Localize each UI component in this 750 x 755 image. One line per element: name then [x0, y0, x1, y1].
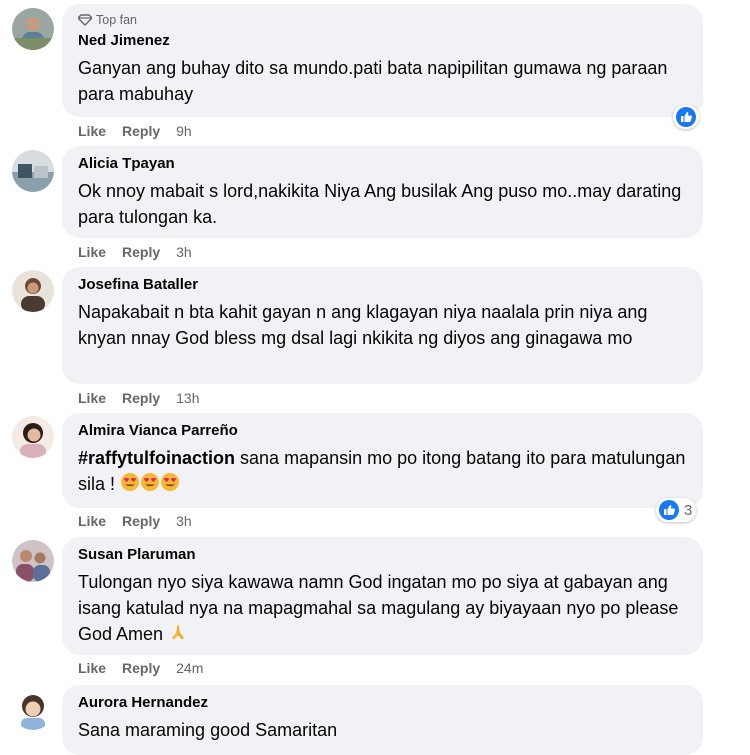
comment-bubble: Alicia Tpayan Ok nnoy mabait s lord,naki…	[62, 146, 703, 238]
avatar[interactable]	[12, 270, 54, 312]
reply-button[interactable]: Reply	[122, 389, 160, 407]
comment-text-container: #raffytulfoinaction sana mapansin mo po …	[78, 445, 687, 499]
like-button[interactable]: Like	[78, 659, 106, 677]
avatar[interactable]	[12, 150, 54, 192]
comment-bubble: Aurora Hernandez Sana maraming good Sama…	[62, 685, 703, 755]
comment-text: Ganyan ang buhay dito sa mundo.pati bata…	[78, 58, 668, 104]
reaction-count: 3	[684, 501, 693, 519]
reply-button[interactable]: Reply	[122, 122, 160, 140]
reply-button[interactable]: Reply	[122, 243, 160, 261]
timestamp[interactable]: 9h	[176, 122, 192, 140]
heart-eyes-emoji	[160, 472, 180, 499]
comment-actions: Like Reply 9h	[78, 122, 192, 140]
comment-bubble: Top fan Ned Jimenez Ganyan ang buhay dit…	[62, 4, 703, 117]
badge-label: Top fan	[96, 13, 138, 27]
comment-bubble: Josefina Bataller Napakabait n bta kahit…	[62, 267, 703, 384]
comment-bubble: Susan Plaruman Tulongan nyo siya kawawa …	[62, 537, 703, 655]
reply-button[interactable]: Reply	[122, 512, 160, 530]
comment-actions: Like Reply 3h	[78, 243, 192, 261]
avatar[interactable]	[12, 416, 54, 458]
commenter-name[interactable]: Almira Vianca Parreño	[78, 421, 687, 441]
hashtag-link[interactable]: #raffytulfoinaction	[78, 448, 235, 468]
timestamp[interactable]: 3h	[176, 243, 192, 261]
like-button[interactable]: Like	[78, 389, 106, 407]
like-button[interactable]: Like	[78, 243, 106, 261]
reply-button[interactable]: Reply	[122, 659, 160, 677]
like-icon	[676, 107, 696, 127]
comment-text: Napakabait n bta kahit gayan n ang klaga…	[78, 302, 648, 348]
timestamp[interactable]: 24m	[176, 659, 203, 677]
top-fan-badge: Top fan	[78, 12, 687, 28]
commenter-name[interactable]: Alicia Tpayan	[78, 154, 687, 174]
commenter-name[interactable]: Susan Plaruman	[78, 545, 687, 565]
comment-actions: Like Reply 13h	[78, 389, 200, 407]
comment-actions: Like Reply 24m	[78, 659, 203, 677]
diamond-icon	[78, 14, 92, 26]
avatar[interactable]	[12, 8, 54, 50]
timestamp[interactable]: 3h	[176, 512, 192, 530]
commenter-name[interactable]: Ned Jimenez	[78, 31, 687, 51]
commenter-name[interactable]: Josefina Bataller	[78, 275, 687, 295]
avatar[interactable]	[12, 688, 54, 730]
heart-eyes-emoji	[140, 472, 160, 499]
heart-eyes-emoji	[120, 472, 140, 499]
commenter-name[interactable]: Aurora Hernandez	[78, 693, 687, 713]
like-button[interactable]: Like	[78, 122, 106, 140]
comment-text: Sana maraming good Samaritan	[78, 720, 338, 740]
timestamp[interactable]: 13h	[176, 389, 199, 407]
folded-hands-emoji	[168, 622, 188, 649]
comment-text-container: Tulongan nyo siya kawawa namn God ingata…	[78, 569, 687, 649]
like-icon	[659, 500, 679, 520]
comment-bubble: Almira Vianca Parreño #raffytulfoinactio…	[62, 413, 703, 508]
reaction-summary[interactable]	[673, 105, 699, 129]
reaction-summary[interactable]: 3	[656, 498, 697, 522]
comment-actions: Like Reply 3h	[78, 512, 192, 530]
comment-text: Ok nnoy mabait s lord,nakikita Niya Ang …	[78, 181, 682, 227]
avatar[interactable]	[12, 540, 54, 582]
like-button[interactable]: Like	[78, 512, 106, 530]
